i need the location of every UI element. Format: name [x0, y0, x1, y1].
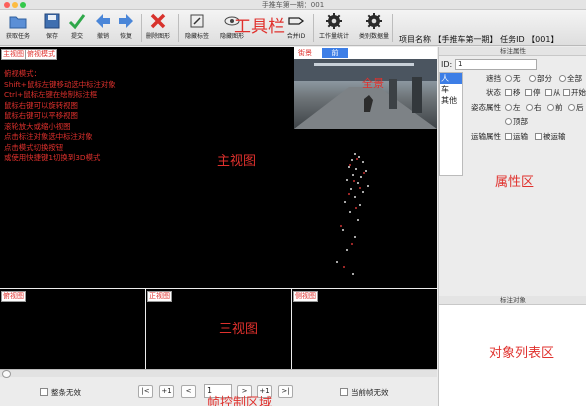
- top-view-label: 俯视图: [1, 291, 26, 302]
- title-bar: 手推车第一期：001: [0, 0, 586, 10]
- current-invalid-checkbox[interactable]: [340, 388, 348, 396]
- frame-slider[interactable]: [0, 369, 437, 378]
- help-line: 俯视模式：: [4, 69, 41, 78]
- id-input[interactable]: 1: [455, 59, 537, 70]
- attr-header: 标注属性: [439, 47, 586, 56]
- occlusion-partial-radio[interactable]: 部分: [529, 73, 552, 84]
- task-label: 任务ID: [500, 35, 525, 44]
- last-frame-button[interactable]: >|: [278, 385, 293, 398]
- category-vehicle[interactable]: 车: [440, 84, 462, 95]
- edit-icon: [190, 14, 204, 28]
- tab-street-view[interactable]: 街景: [295, 48, 315, 58]
- camera-annotation: 全景: [362, 77, 384, 90]
- point-cloud: [336, 153, 369, 275]
- help-line: 鼠标右键可以平移视图: [4, 111, 78, 120]
- tab-front[interactable]: 前: [322, 48, 348, 58]
- toolbar-annotation: 工具栏: [234, 17, 285, 37]
- project-info: 项目名称 【手推车第一期】 任务ID 【001】: [399, 34, 558, 45]
- red-x-icon: [150, 13, 166, 29]
- first-frame-button[interactable]: |<: [138, 385, 153, 398]
- toolbar-divider: [178, 14, 179, 42]
- attr-label: 姿态属性: [471, 103, 501, 112]
- attr-label: 遮挡: [486, 74, 501, 83]
- state-stopped-checkbox[interactable]: 停: [525, 87, 541, 98]
- id-label: ID:: [441, 60, 453, 69]
- transport-carrying-checkbox[interactable]: 运输: [505, 131, 528, 142]
- pose-right-radio[interactable]: 右: [526, 102, 542, 113]
- three-views-annotation: 三视图: [219, 322, 259, 337]
- current-invalid-label: 当前帧无效: [351, 388, 389, 397]
- delete-shape-button[interactable]: 删除图形: [146, 12, 170, 44]
- whole-invalid-checkbox[interactable]: [40, 388, 48, 396]
- fetch-task-button[interactable]: 获取任务: [6, 12, 30, 44]
- pose-top-radio[interactable]: 顶部: [505, 116, 528, 127]
- redo-button[interactable]: 恢复: [114, 12, 138, 44]
- category-stats-button[interactable]: 类别数据量: [359, 12, 389, 44]
- main-view[interactable]: 主视图 俯视模式 俯视模式： Shift+鼠标左键移动选中标注对象 Ctrl+鼠…: [0, 47, 437, 288]
- arrow-right-icon: [119, 14, 133, 28]
- slider-knob[interactable]: [2, 370, 11, 378]
- state-from-checkbox[interactable]: 从: [545, 87, 561, 98]
- category-person[interactable]: 人: [440, 73, 462, 84]
- help-line: Shift+鼠标左键移动选中标注对象: [4, 79, 116, 89]
- object-list-header: 标注对象: [439, 296, 586, 305]
- help-line: 点击标注对象选中标注对象: [4, 132, 93, 141]
- help-line: 滚轮放大或缩小视图: [4, 121, 71, 131]
- floppy-icon: [44, 13, 60, 29]
- category-other[interactable]: 其他: [440, 95, 462, 106]
- folder-icon: [9, 16, 27, 29]
- frame-control-annotation: 帧控制区域: [207, 396, 273, 406]
- occlusion-none-radio[interactable]: 无: [505, 73, 521, 84]
- top-view-mode-tab[interactable]: 俯视模式: [25, 49, 57, 60]
- object-list-annotation: 对象列表区: [489, 346, 555, 361]
- toolbar: 获取任务 保存 提交 撤销 恢复 删除图形 隐藏标签 隐藏图形 合并ID 工作量…: [0, 10, 586, 46]
- front-view-label: 正视图: [147, 291, 172, 302]
- camera-image: [294, 59, 437, 129]
- toolbar-divider: [392, 14, 393, 42]
- occlusion-full-radio[interactable]: 全部: [559, 73, 582, 84]
- attr-label: 运输属性: [471, 132, 501, 141]
- side-view-label: 侧视图: [293, 291, 318, 302]
- transport-carried-checkbox[interactable]: 被运输: [535, 131, 566, 142]
- task-value: 【001】: [527, 35, 559, 44]
- camera-tabs: 街景 前: [294, 47, 437, 59]
- merge-id-button[interactable]: 合并ID: [284, 12, 308, 44]
- main-view-annotation: 主视图: [217, 154, 257, 169]
- attr-label: 状态: [486, 88, 501, 97]
- pose-back-radio[interactable]: 后: [568, 102, 584, 113]
- check-icon: [68, 14, 86, 30]
- state-start-checkbox[interactable]: 开始: [563, 87, 586, 98]
- help-line: 鼠标右键可以旋转视图: [4, 100, 78, 110]
- window-title: 手推车第一期：001: [261, 1, 325, 9]
- tag-icon: [288, 17, 305, 25]
- help-line: 点击模式切换按钮: [4, 142, 64, 152]
- camera-panel[interactable]: 街景 前 全景: [294, 47, 437, 129]
- help-line: 或使用快捷键1切换到3D模式: [4, 153, 101, 162]
- gear-icon: [326, 13, 342, 29]
- prev-step-button[interactable]: +1: [159, 385, 174, 398]
- pose-front-radio[interactable]: 前: [547, 102, 563, 113]
- help-text: 俯视模式： Shift+鼠标左键移动选中标注对象 Ctrl+鼠标左键在绘制标注框…: [4, 69, 116, 164]
- top-view[interactable]: 俯视图: [0, 289, 145, 369]
- project-label: 项目名称: [399, 35, 431, 44]
- toolbar-divider: [313, 14, 314, 42]
- gear-icon: [366, 13, 382, 29]
- state-moving-checkbox[interactable]: 移: [505, 87, 521, 98]
- main-view-tab[interactable]: 主视图: [1, 49, 26, 60]
- project-value: 【手推车第一期】: [433, 35, 498, 44]
- prev-frame-button[interactable]: <: [181, 385, 196, 398]
- hide-labels-button[interactable]: 隐藏标签: [185, 12, 209, 44]
- workload-stats-button[interactable]: 工作量统计: [319, 12, 349, 44]
- help-line: Ctrl+鼠标左键在绘制标注框: [4, 90, 98, 99]
- pose-left-radio[interactable]: 左: [505, 102, 521, 113]
- attribute-annotation: 属性区: [495, 175, 535, 190]
- category-list: 人 车 其他: [439, 72, 463, 176]
- side-view[interactable]: 侧视图: [292, 289, 437, 369]
- whole-invalid-label: 整条无效: [51, 388, 81, 397]
- arrow-left-icon: [96, 14, 110, 28]
- submit-button[interactable]: 提交: [65, 12, 89, 44]
